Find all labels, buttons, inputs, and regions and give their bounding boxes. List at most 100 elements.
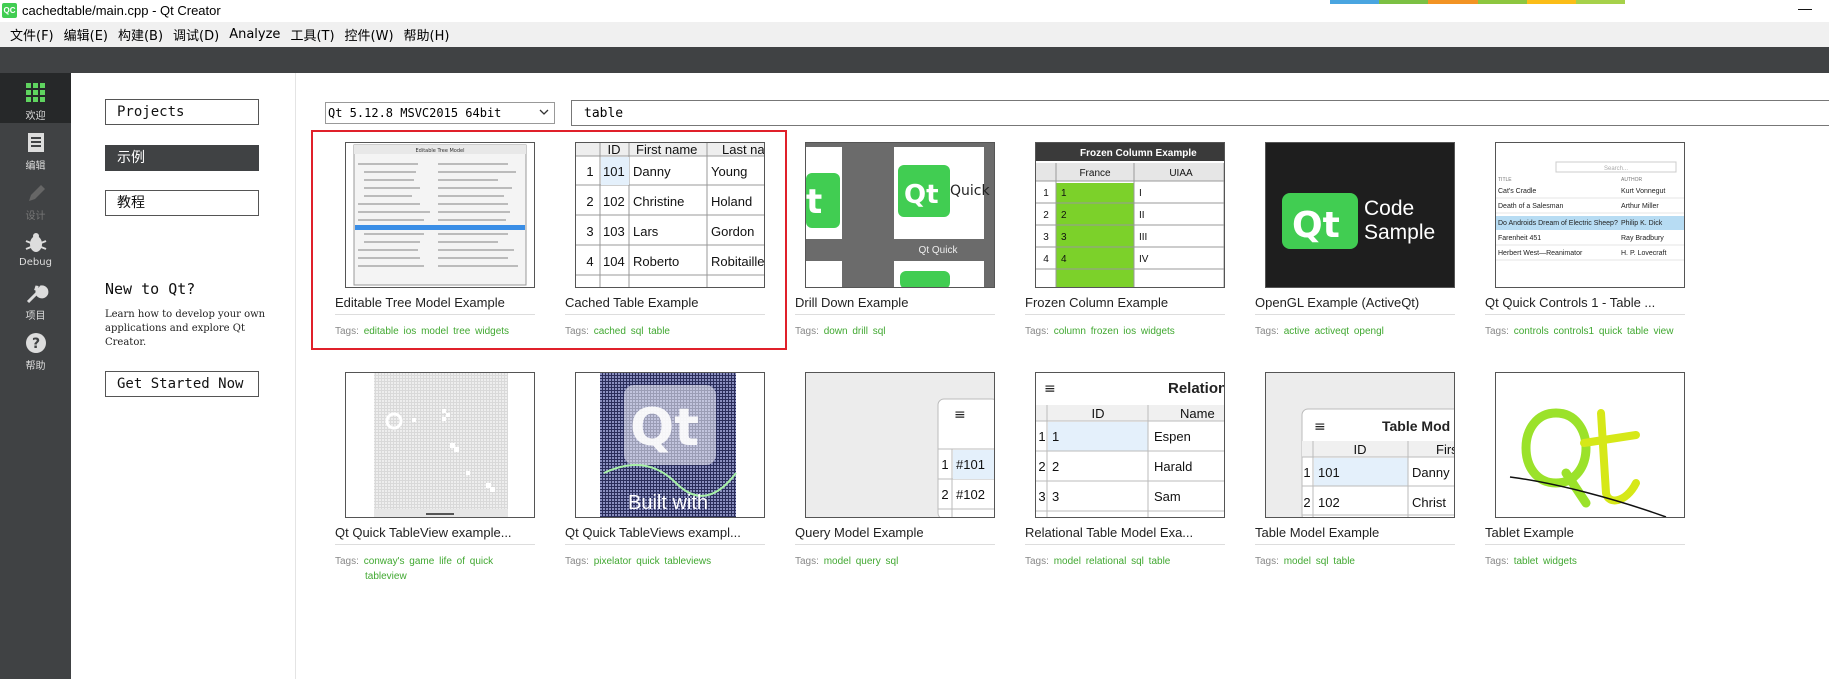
color-strip-segment [1428, 0, 1478, 4]
example-tile-relational-table[interactable]: ≡ Relation ID Name 1 1 Espen 2 2 Harald … [1025, 372, 1225, 592]
tag[interactable]: quick [470, 556, 493, 567]
tag[interactable]: model [824, 556, 851, 567]
example-thumbnail[interactable] [1495, 372, 1685, 518]
projects-button[interactable]: Projects [105, 99, 259, 125]
tag[interactable]: life [439, 556, 452, 567]
tag[interactable]: frozen [1091, 326, 1119, 337]
example-title[interactable]: Table Model Example [1255, 525, 1379, 540]
toolbar-strip [0, 47, 1829, 73]
tag[interactable]: widgets [1141, 326, 1175, 337]
example-thumbnail[interactable]: Qt Code Sample [1265, 142, 1455, 288]
menu-edit[interactable]: 编辑(E) [60, 25, 112, 44]
mode-label: 欢迎 [25, 111, 46, 122]
tag[interactable]: quick [636, 556, 659, 567]
code-sample-thumbnail: Qt Code Sample [1266, 143, 1454, 287]
example-thumbnail[interactable]: t Qt Quick Qt Quick [805, 142, 995, 288]
tag[interactable]: tableview [365, 571, 407, 582]
example-title[interactable]: OpenGL Example (ActiveQt) [1255, 295, 1419, 310]
tag[interactable]: conway's [364, 556, 405, 567]
tag[interactable]: ios [1123, 326, 1136, 337]
example-thumbnail[interactable]: Qt Built with [575, 372, 765, 518]
example-tile-frozen-column[interactable]: Frozen Column Example France UIAA 1 1 I … [1025, 142, 1225, 362]
tag[interactable]: sql [886, 556, 899, 567]
tag[interactable]: tableviews [664, 556, 711, 567]
table-cell: IV [1139, 254, 1149, 265]
mode-projects[interactable]: 项目 [0, 273, 71, 323]
example-title[interactable]: Relational Table Model Exa... [1025, 525, 1193, 540]
mode-design[interactable]: 设计 [0, 173, 71, 223]
tag[interactable]: view [1653, 326, 1673, 337]
tag[interactable]: table [1149, 556, 1171, 567]
menu-build[interactable]: 构建(B) [114, 25, 167, 44]
row-number: 3 [1038, 489, 1045, 504]
example-title[interactable]: Qt Quick Controls 1 - Table ... [1485, 295, 1655, 310]
example-thumbnail[interactable]: Search... TITLE AUTHOR Cat's Cradle Kurt… [1495, 142, 1685, 288]
example-thumbnail[interactable]: ≡ Table Mod ID Firs 1 101 Danny 2 102 Ch… [1265, 372, 1455, 518]
menu-file[interactable]: 文件(F) [6, 25, 58, 44]
example-tile-tablet[interactable]: Tablet Example Tags: tablet widgets [1485, 372, 1685, 592]
divider [335, 544, 535, 545]
tag[interactable]: sql [1131, 556, 1144, 567]
tag[interactable]: drill [852, 326, 868, 337]
tag[interactable]: controls1 [1553, 326, 1594, 337]
tutorials-button[interactable]: 教程 [105, 190, 259, 216]
example-title[interactable]: Frozen Column Example [1025, 295, 1168, 310]
example-tile-quick-controls-table[interactable]: Search... TITLE AUTHOR Cat's Cradle Kurt… [1485, 142, 1685, 362]
table-cell: Kurt Vonnegut [1621, 188, 1665, 195]
menu-widgets[interactable]: 控件(W) [341, 25, 398, 44]
mode-debug[interactable]: Debug [0, 223, 71, 273]
tag[interactable]: widgets [1543, 556, 1577, 567]
tag[interactable]: of [457, 556, 465, 567]
tag[interactable]: query [856, 556, 881, 567]
tag[interactable]: pixelator [594, 556, 632, 567]
mode-edit[interactable]: 编辑 [0, 123, 71, 173]
get-started-button[interactable]: Get Started Now [105, 371, 259, 397]
example-thumbnail[interactable]: ≡ Relation ID Name 1 1 Espen 2 2 Harald … [1035, 372, 1225, 518]
minimize-button[interactable]: — [1795, 1, 1815, 16]
examples-button[interactable]: 示例 [105, 145, 259, 171]
menu-tools[interactable]: 工具(T) [286, 25, 338, 44]
example-title[interactable]: Qt Quick TableView example... [335, 525, 512, 540]
tag[interactable]: quick [1599, 326, 1622, 337]
tag[interactable]: opengl [1354, 326, 1384, 337]
example-tile-quick-tableviews[interactable]: Qt Built with Qt Quick TableViews exampl… [565, 372, 765, 592]
tag[interactable]: sql [1316, 556, 1329, 567]
table-cell: Espen [1154, 429, 1191, 444]
example-thumbnail[interactable] [345, 372, 535, 518]
tag[interactable]: game [409, 556, 434, 567]
example-title[interactable]: Drill Down Example [795, 295, 908, 310]
tags-label: Tags: [795, 326, 819, 337]
example-tile-query-model[interactable]: ≡ 1 #101 2 #102 Query Model Example Tags… [795, 372, 995, 592]
tag[interactable]: active [1284, 326, 1310, 337]
tag[interactable]: model [1284, 556, 1311, 567]
row-number: 1 [1043, 188, 1049, 199]
tag[interactable]: column [1054, 326, 1086, 337]
mode-welcome[interactable]: 欢迎 [0, 73, 71, 123]
example-thumbnail[interactable]: Frozen Column Example France UIAA 1 1 I … [1035, 142, 1225, 288]
mode-help[interactable]: ? 帮助 [0, 323, 71, 373]
menu-analyze[interactable]: Analyze [225, 27, 284, 42]
example-tile-opengl[interactable]: Qt Code Sample OpenGL Example (ActiveQt)… [1255, 142, 1455, 362]
tag[interactable]: activeqt [1315, 326, 1349, 337]
menu-debug[interactable]: 调试(D) [169, 25, 223, 44]
row-number: 2 [1043, 210, 1049, 221]
example-title[interactable]: Tablet Example [1485, 525, 1574, 540]
tag[interactable]: down [824, 326, 848, 337]
example-thumbnail[interactable]: ≡ 1 #101 2 #102 [805, 372, 995, 518]
tag[interactable]: tablet [1514, 556, 1538, 567]
example-tags: Tags: conway's game life of quick tablev… [335, 554, 535, 584]
example-tile-table-model[interactable]: ≡ Table Mod ID Firs 1 101 Danny 2 102 Ch… [1255, 372, 1455, 592]
tag[interactable]: controls [1514, 326, 1549, 337]
tag[interactable]: relational [1086, 556, 1127, 567]
tag[interactable]: table [1333, 556, 1355, 567]
example-title[interactable]: Qt Quick TableViews exampl... [565, 525, 741, 540]
kit-select[interactable]: Qt 5.12.8 MSVC2015 64bit [325, 102, 555, 124]
tag[interactable]: sql [873, 326, 886, 337]
search-input[interactable] [571, 100, 1829, 126]
example-tile-drill-down[interactable]: t Qt Quick Qt Quick Drill Down Example T… [795, 142, 995, 362]
example-title[interactable]: Query Model Example [795, 525, 924, 540]
example-tile-quick-tableview[interactable]: Qt Quick TableView example... Tags: conw… [335, 372, 535, 592]
menu-help[interactable]: 帮助(H) [400, 25, 454, 44]
tag[interactable]: model [1054, 556, 1081, 567]
tag[interactable]: table [1627, 326, 1649, 337]
